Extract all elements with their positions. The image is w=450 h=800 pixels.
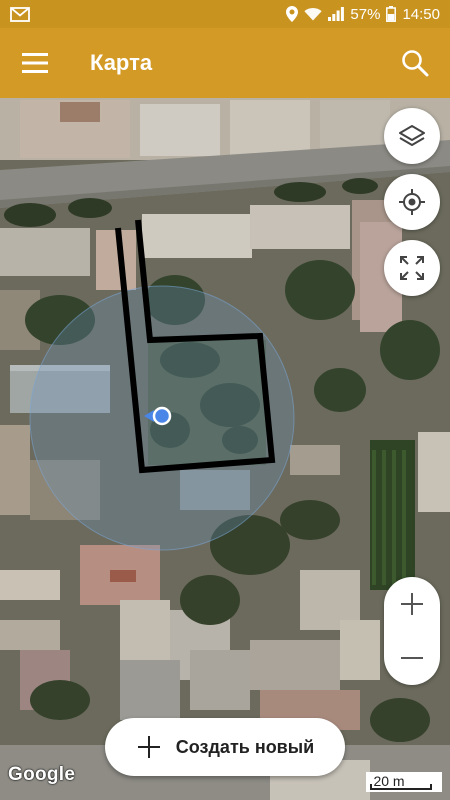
- status-left: [10, 6, 30, 22]
- layers-button[interactable]: [384, 108, 440, 164]
- map-view[interactable]: [0, 98, 450, 800]
- location-pin-icon: [286, 6, 299, 22]
- current-location-dot: [152, 406, 172, 426]
- battery-icon: [386, 6, 397, 22]
- page-title: Карта: [90, 50, 153, 75]
- status-right: 57% 14:50: [286, 6, 440, 23]
- battery-percent: 57%: [350, 5, 381, 23]
- scale-label: 20 m: [373, 773, 405, 789]
- plus-icon: [137, 736, 160, 758]
- layers-icon: [399, 125, 425, 146]
- zoom-out-icon: [401, 657, 423, 659]
- menu-icon: [22, 53, 48, 73]
- map-scale: 20 m: [366, 772, 442, 792]
- search-icon: [402, 50, 429, 77]
- scale-tick-right: [430, 784, 432, 790]
- menu-button[interactable]: [0, 28, 70, 98]
- scale-tick-left: [370, 784, 372, 790]
- zoom-in-icon: [401, 593, 423, 615]
- create-new-label: Создать новый: [175, 736, 315, 757]
- fullscreen-icon: [400, 256, 424, 280]
- zoom-controls: [384, 577, 440, 685]
- wifi-icon: [304, 7, 323, 21]
- app-bar: Карта: [0, 28, 450, 98]
- scale-bar: [370, 788, 432, 790]
- fullscreen-button[interactable]: [384, 240, 440, 296]
- my-location-icon: [399, 189, 425, 215]
- signal-icon: [328, 7, 345, 21]
- clock: 14:50: [402, 5, 440, 23]
- zoom-in-button[interactable]: [384, 577, 440, 631]
- search-button[interactable]: [394, 42, 436, 84]
- satellite-imagery: [0, 98, 450, 800]
- my-location-button[interactable]: [384, 174, 440, 230]
- zoom-out-button[interactable]: [384, 631, 440, 685]
- create-new-button[interactable]: Создать новый: [105, 718, 345, 776]
- gmail-icon: [10, 6, 30, 22]
- google-logo: Google: [8, 764, 76, 785]
- status-bar: 57% 14:50: [0, 0, 450, 28]
